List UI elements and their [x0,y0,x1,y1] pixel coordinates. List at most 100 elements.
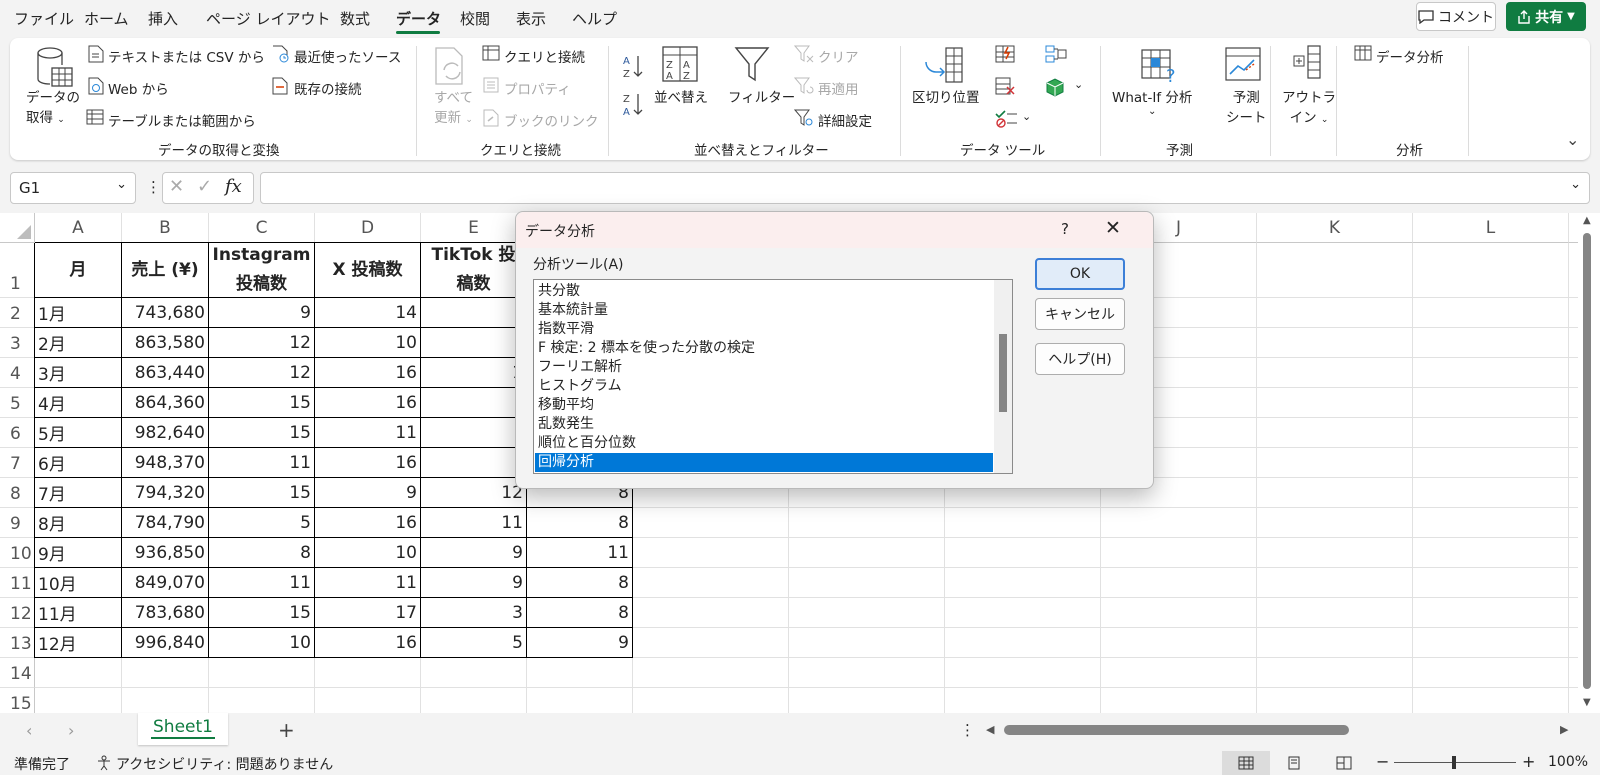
table-cell[interactable]: 864,360 [122,388,208,417]
text-to-columns-button[interactable]: 区切り位置 [912,86,980,106]
table-cell[interactable]: 936,850 [122,538,208,567]
table-cell[interactable]: 8 [209,538,314,567]
outline-button[interactable]: アウトラ イン ⌄ [1282,86,1336,126]
share-button[interactable]: 共有 ▼ [1506,2,1586,31]
table-header-cell[interactable]: 売上 (¥) [122,243,208,297]
list-item[interactable]: 指数平滑 [535,320,993,339]
confirm-entry-icon[interactable]: ✓ [197,176,212,197]
row-header[interactable]: 3 [0,328,35,358]
scroll-up-icon[interactable]: ▲ [1583,215,1591,226]
insert-function-icon[interactable]: fx [225,176,242,197]
menu-file[interactable]: ファイル [14,8,74,29]
page-break-view-icon[interactable] [1336,756,1352,770]
table-cell[interactable]: 15 [209,418,314,447]
column-header[interactable]: D [315,213,421,243]
refresh-all-button[interactable]: すべて 更新 ⌄ [434,86,473,126]
table-cell[interactable]: 863,440 [122,358,208,387]
collapse-ribbon-icon[interactable]: ⌄ [1566,130,1579,149]
next-sheet-icon[interactable]: › [68,721,74,740]
list-item[interactable]: ヒストグラム [535,377,993,396]
table-cell[interactable]: 849,070 [122,568,208,597]
table-cell[interactable]: 1 [421,358,526,387]
table-header-cell[interactable]: X 投稿数 [315,243,420,297]
table-cell[interactable] [421,328,526,357]
zoom-level[interactable]: 100% [1548,754,1588,770]
table-cell[interactable]: 8月 [35,508,121,537]
row-header[interactable]: 13 [0,628,35,658]
what-if-analysis-button[interactable]: What-If 分析 ⌄ [1112,86,1192,117]
table-cell[interactable]: 3月 [35,358,121,387]
row-header[interactable]: 14 [0,658,35,688]
menu-home[interactable]: ホーム [84,8,129,29]
queries-connections-button[interactable]: クエリと接続 [504,46,585,66]
table-cell[interactable]: 11 [421,508,526,537]
table-cell[interactable]: 11 [209,568,314,597]
list-item[interactable]: 順位と百分位数 [535,434,993,453]
list-item[interactable]: 基本統計量 [535,301,993,320]
properties-button[interactable]: プロパティ [504,78,571,98]
table-cell[interactable]: 11 [209,448,314,477]
clear-button[interactable]: クリア [818,46,859,66]
close-icon[interactable]: ✕ [1105,217,1121,239]
cancel-button[interactable]: キャンセル [1035,298,1125,330]
analysis-tools-listbox[interactable]: 共分散 基本統計量 指数平滑 F 検定: 2 標本を使った分散の検定 フーリエ解析 ヒスト… [533,279,1013,474]
table-cell[interactable] [421,418,526,447]
table-cell[interactable]: 17 [315,598,420,627]
menu-data[interactable]: データ [396,8,441,29]
table-header-cell[interactable]: 月 [35,243,121,297]
scroll-left-icon[interactable]: ◀ [986,723,994,736]
horizontal-scroll-thumb[interactable] [1004,725,1349,735]
table-cell[interactable]: 11 [527,538,632,567]
table-cell[interactable]: 5 [421,628,526,657]
select-all-corner[interactable] [0,213,35,243]
table-cell[interactable]: 16 [315,508,420,537]
column-header[interactable]: A [35,213,122,243]
table-cell[interactable]: 794,320 [122,478,208,507]
table-cell[interactable]: 6月 [35,448,121,477]
forecast-sheet-button[interactable]: 予測 シート [1226,86,1267,126]
table-cell[interactable]: 784,790 [122,508,208,537]
table-cell[interactable]: 16 [315,388,420,417]
table-cell[interactable]: 5月 [35,418,121,447]
formula-input[interactable]: ⌄ [260,172,1590,204]
more-options-icon[interactable]: ⋮ [146,178,161,196]
table-cell[interactable]: 12 [209,328,314,357]
table-cell[interactable] [421,448,526,477]
list-item[interactable]: フーリエ解析 [535,358,993,377]
table-cell[interactable]: 783,680 [122,598,208,627]
zoom-in-icon[interactable]: + [1522,752,1535,771]
listbox-scroll-thumb[interactable] [999,334,1007,412]
row-header[interactable]: 7 [0,448,35,478]
table-cell[interactable]: 12 [421,478,526,507]
list-item[interactable]: 移動平均 [535,396,993,415]
table-cell[interactable]: 743,680 [122,298,208,327]
ok-button[interactable]: OK [1035,258,1125,290]
table-cell[interactable]: 9 [421,538,526,567]
menu-view[interactable]: 表示 [516,8,546,29]
scroll-down-icon[interactable]: ▼ [1583,697,1591,708]
row-header[interactable]: 15 [0,688,35,713]
row-header[interactable]: 1 [0,243,35,298]
row-header[interactable]: 12 [0,598,35,628]
help-icon[interactable]: ? [1061,220,1069,238]
list-item[interactable]: 乱数発生 [535,415,993,434]
table-cell[interactable]: 9 [315,478,420,507]
row-header[interactable]: 6 [0,418,35,448]
existing-connections-button[interactable]: 既存の接続 [294,78,362,98]
table-cell[interactable]: 7月 [35,478,121,507]
table-cell[interactable]: 10月 [35,568,121,597]
table-cell[interactable]: 16 [315,628,420,657]
scroll-right-icon[interactable]: ▶ [1560,723,1568,736]
from-table-button[interactable]: テーブルまたは範囲から [108,110,256,130]
column-header[interactable]: C [209,213,315,243]
table-cell[interactable]: 9 [527,628,632,657]
normal-view-button[interactable] [1222,751,1270,775]
row-header[interactable]: 9 [0,508,35,538]
menu-page-layout[interactable]: ページ レイアウト [206,8,330,29]
table-cell[interactable]: 4月 [35,388,121,417]
table-cell[interactable]: 863,580 [122,328,208,357]
table-header-cell[interactable]: TikTok 投稿数 [421,243,526,297]
column-header[interactable]: E [421,213,527,243]
row-header[interactable]: 4 [0,358,35,388]
table-cell[interactable]: 9月 [35,538,121,567]
